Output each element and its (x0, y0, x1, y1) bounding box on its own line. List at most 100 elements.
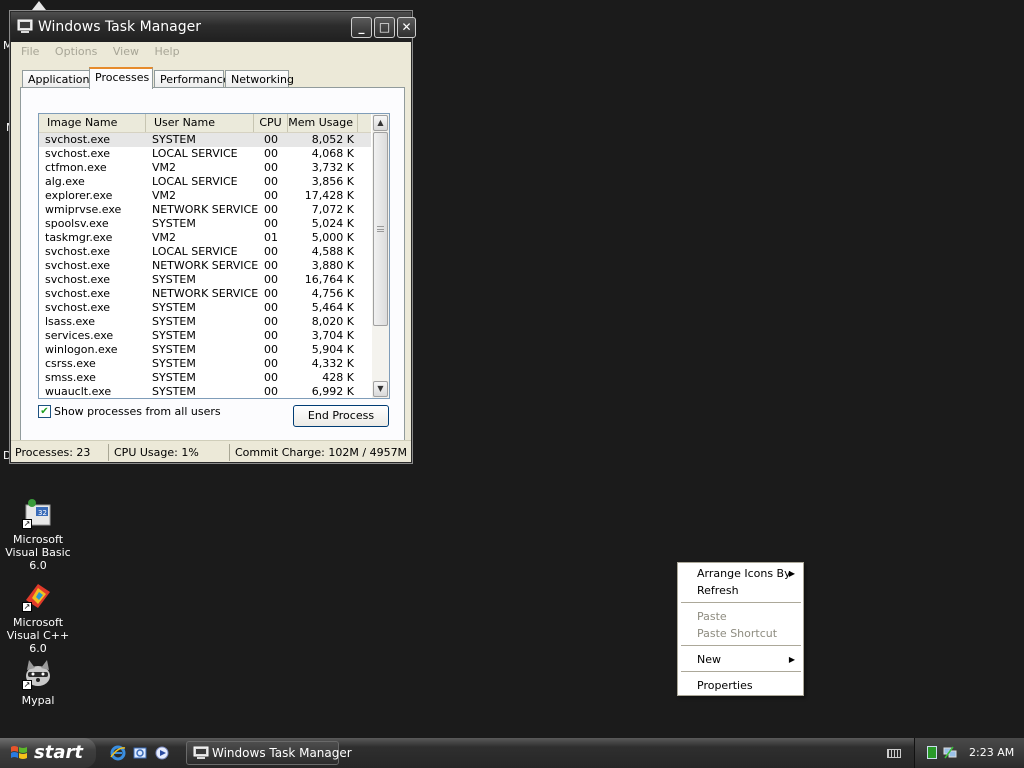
mem-usage-cell: 3,856 K (311, 175, 354, 188)
process-row[interactable]: wmiprvse.exe NETWORK SERVICE 00 7,072 K (39, 203, 371, 217)
process-row[interactable]: services.exe SYSTEM 00 3,704 K (39, 329, 371, 343)
image-name-cell: alg.exe (45, 175, 85, 188)
status-commit-charge: Commit Charge: 102M / 4957M (235, 446, 408, 459)
process-list[interactable]: Image Name User Name CPU Mem Usage svcho… (38, 113, 390, 399)
menu-help[interactable]: Help (154, 45, 179, 58)
mem-usage-cell: 16,764 K (304, 273, 354, 286)
process-row[interactable]: alg.exe LOCAL SERVICE 00 3,856 K (39, 175, 371, 189)
close-button[interactable]: ✕ (397, 17, 416, 38)
tab-performance[interactable]: Performance (154, 70, 230, 88)
process-row[interactable]: spoolsv.exe SYSTEM 00 5,024 K (39, 217, 371, 231)
user-name-cell: VM2 (152, 189, 177, 202)
system-tray: 2:23 AM (914, 738, 1024, 768)
desktop-icon-vc6[interactable]: ↗ Microsoft Visual C++ 6.0 (0, 580, 78, 655)
scroll-thumb[interactable] (373, 132, 388, 326)
taskbar-button-task-manager[interactable]: Windows Task Manager (186, 741, 352, 765)
menu-item-paste-shortcut[interactable]: Paste Shortcut (680, 625, 801, 642)
network-connection-icon[interactable] (943, 746, 957, 759)
tab-networking[interactable]: Networking (225, 70, 294, 88)
mem-usage-cell: 4,332 K (311, 357, 354, 370)
column-user-name[interactable]: User Name (146, 114, 254, 132)
mem-usage-cell: 4,588 K (311, 245, 354, 258)
scroll-down-button[interactable]: ▼ (373, 381, 388, 397)
tray-status-icon[interactable] (927, 746, 937, 759)
cpu-cell: 00 (264, 189, 278, 202)
user-name-cell: SYSTEM (152, 315, 196, 328)
window-title: Windows Task Manager (38, 19, 201, 35)
image-name-cell: services.exe (45, 329, 114, 342)
menu-item-new[interactable]: New ▶ (680, 651, 801, 668)
menu-separator (681, 645, 801, 646)
image-name-cell: spoolsv.exe (45, 217, 109, 230)
taskbar-button-label: Windows Task Manager (212, 746, 352, 760)
process-row[interactable]: taskmgr.exe VM2 01 5,000 K (39, 231, 371, 245)
media-player-icon[interactable] (154, 745, 170, 761)
menu-item-paste[interactable]: Paste (680, 608, 801, 625)
minimize-button[interactable]: _ (351, 17, 372, 38)
user-name-cell: SYSTEM (152, 329, 196, 342)
process-row[interactable]: explorer.exe VM2 00 17,428 K (39, 189, 371, 203)
cpu-cell: 00 (264, 133, 278, 146)
image-name-cell: winlogon.exe (45, 343, 118, 356)
user-name-cell: NETWORK SERVICE (152, 203, 259, 216)
mem-usage-cell: 5,904 K (311, 343, 354, 356)
process-row[interactable]: smss.exe SYSTEM 00 428 K (39, 371, 371, 385)
start-button[interactable]: start (0, 738, 96, 768)
process-row[interactable]: svchost.exe NETWORK SERVICE 00 4,756 K (39, 287, 371, 301)
image-name-cell: wuauclt.exe (45, 385, 112, 398)
image-name-cell: wmiprvse.exe (45, 203, 122, 216)
user-name-cell: LOCAL SERVICE (152, 245, 238, 258)
image-name-cell: svchost.exe (45, 287, 111, 300)
process-row[interactable]: winlogon.exe SYSTEM 00 5,904 K (39, 343, 371, 357)
process-row[interactable]: csrss.exe SYSTEM 00 4,332 K (39, 357, 371, 371)
menu-item-refresh[interactable]: Refresh (680, 582, 801, 599)
keyboard-icon[interactable] (887, 749, 901, 758)
scroll-up-button[interactable]: ▲ (373, 115, 388, 131)
column-mem-usage[interactable]: Mem Usage (288, 114, 358, 132)
scroll-grip-icon (377, 226, 384, 232)
menu-view[interactable]: View (113, 45, 139, 58)
process-row[interactable]: svchost.exe SYSTEM 00 16,764 K (39, 273, 371, 287)
image-name-cell: csrss.exe (45, 357, 96, 370)
column-image-name[interactable]: Image Name (39, 114, 146, 132)
clock[interactable]: 2:23 AM (969, 738, 1014, 768)
show-all-users-checkbox[interactable]: ✔ (38, 405, 51, 418)
process-row[interactable]: svchost.exe NETWORK SERVICE 00 3,880 K (39, 259, 371, 273)
vertical-scrollbar[interactable]: ▲ ▼ (372, 114, 389, 398)
menu-item-label: Arrange Icons By (697, 567, 791, 580)
menu-file[interactable]: File (21, 45, 39, 58)
end-process-button[interactable]: End Process (293, 405, 389, 427)
process-row[interactable]: svchost.exe LOCAL SERVICE 00 4,068 K (39, 147, 371, 161)
process-row[interactable]: svchost.exe LOCAL SERVICE 00 4,588 K (39, 245, 371, 259)
internet-explorer-icon[interactable] (110, 745, 126, 761)
process-row[interactable]: svchost.exe SYSTEM 00 8,052 K (39, 133, 371, 147)
mem-usage-cell: 5,024 K (311, 217, 354, 230)
menu-item-properties[interactable]: Properties (680, 677, 801, 694)
desktop-icon-mypal[interactable]: ↗ Mypal (0, 658, 78, 707)
mem-usage-cell: 3,704 K (311, 329, 354, 342)
menu-bar: File Options View Help (11, 42, 411, 62)
menu-separator (681, 671, 801, 672)
process-row[interactable]: svchost.exe SYSTEM 00 5,464 K (39, 301, 371, 315)
submenu-arrow-icon: ▶ (788, 569, 795, 578)
image-name-cell: svchost.exe (45, 259, 111, 272)
task-manager-window: Windows Task Manager _ □ ✕ File Options … (9, 10, 416, 464)
tab-processes[interactable]: Processes (89, 67, 153, 89)
tab-applications[interactable]: Applications (22, 70, 95, 88)
image-name-cell: smss.exe (45, 371, 96, 384)
menu-item-arrange-icons-by[interactable]: Arrange Icons By ▶ (680, 565, 801, 582)
maximize-button[interactable]: □ (374, 17, 395, 38)
process-row[interactable]: ctfmon.exe VM2 00 3,732 K (39, 161, 371, 175)
cpu-cell: 01 (264, 231, 278, 244)
outlook-express-icon[interactable] (132, 745, 148, 761)
menu-options[interactable]: Options (55, 45, 97, 58)
menu-separator (681, 602, 801, 603)
title-bar[interactable]: Windows Task Manager _ □ ✕ (11, 12, 416, 42)
user-name-cell: SYSTEM (152, 357, 196, 370)
column-cpu[interactable]: CPU (254, 114, 288, 132)
process-row[interactable]: lsass.exe SYSTEM 00 8,020 K (39, 315, 371, 329)
mem-usage-cell: 4,068 K (311, 147, 354, 160)
process-list-header: Image Name User Name CPU Mem Usage (39, 114, 371, 133)
desktop-icon-vb6[interactable]: 32 ↗ Microsoft Visual Basic 6.0 (0, 497, 78, 572)
process-row[interactable]: wuauclt.exe SYSTEM 00 6,992 K (39, 385, 371, 398)
